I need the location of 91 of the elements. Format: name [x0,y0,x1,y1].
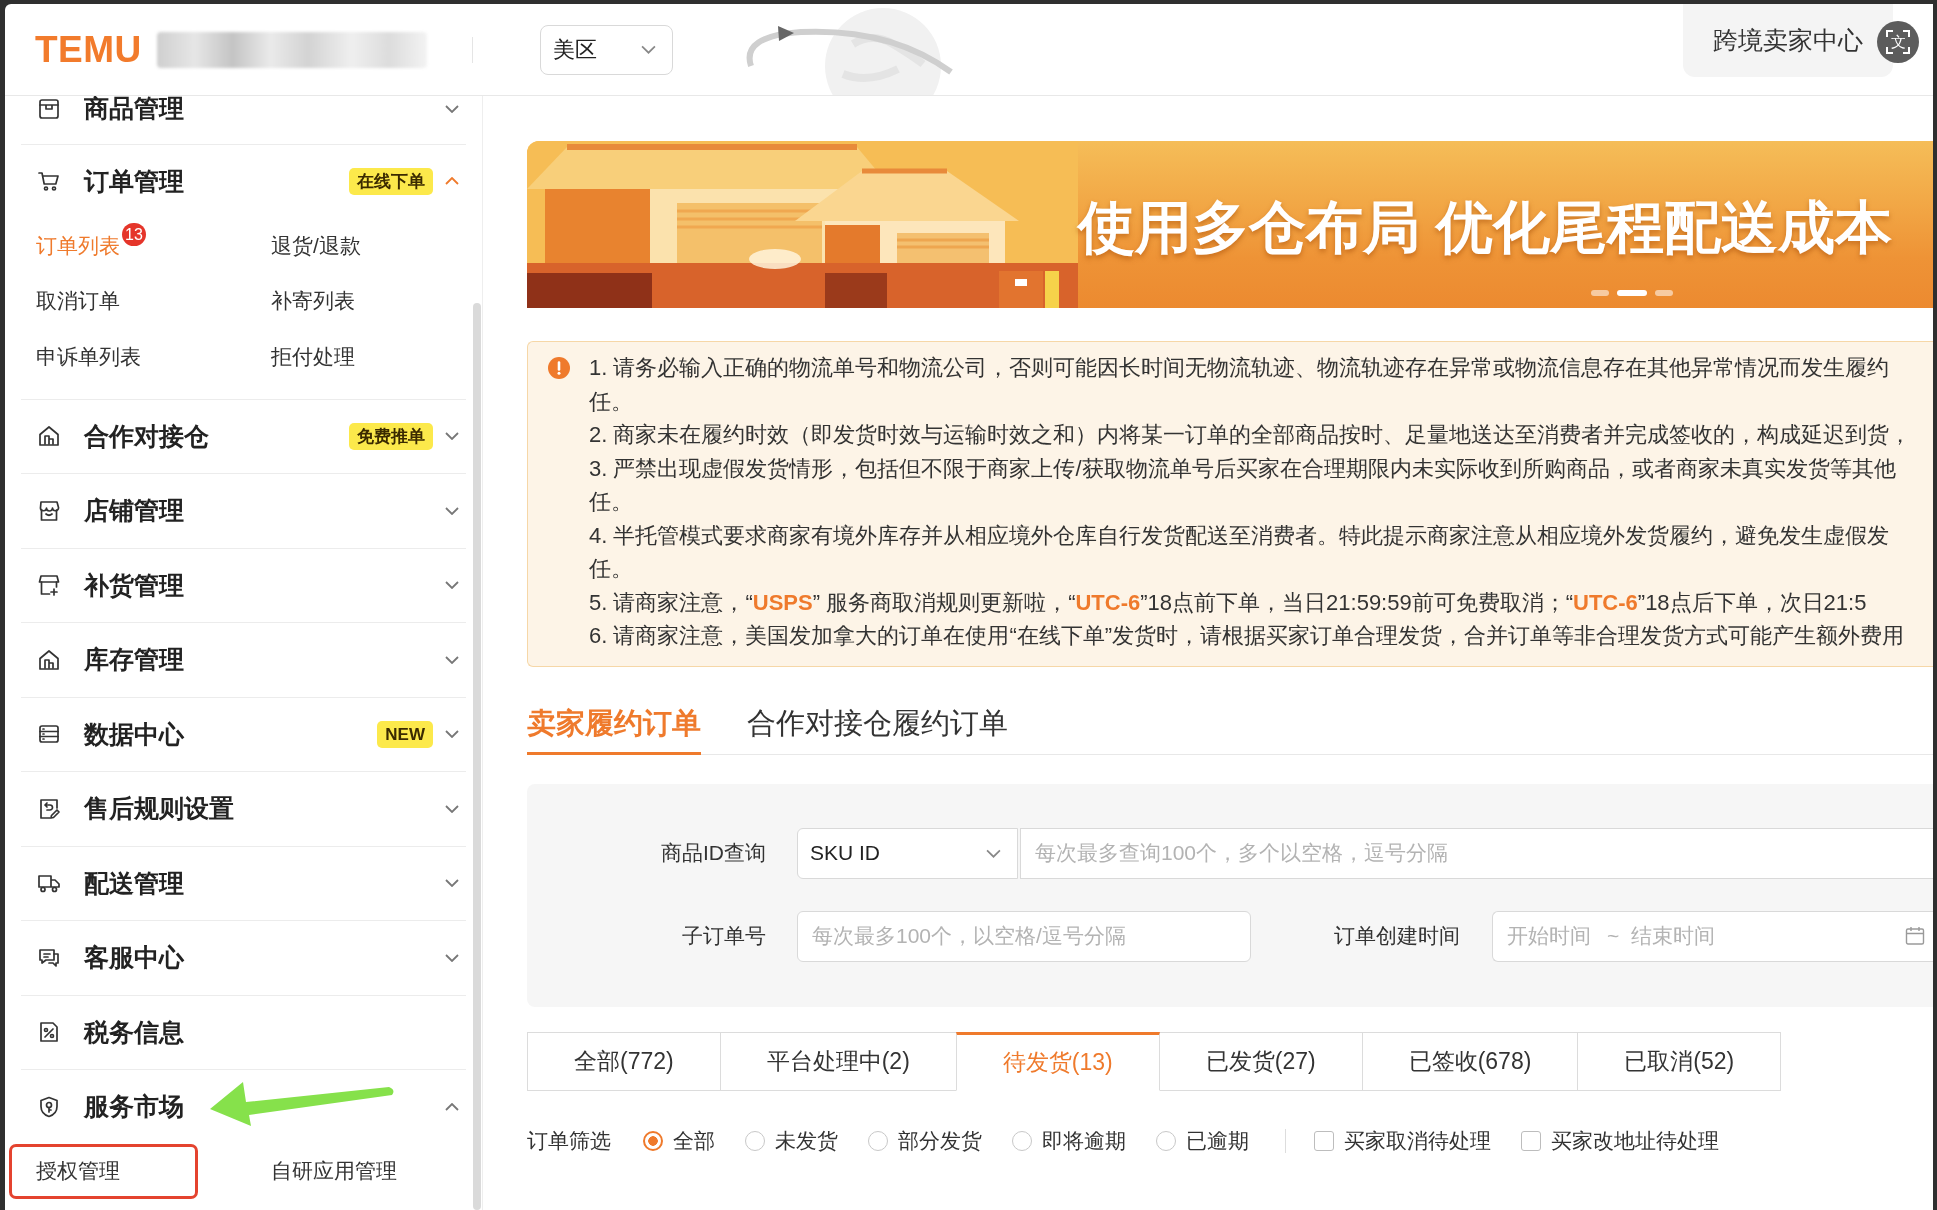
chevron-down-icon[interactable] [445,506,459,515]
field-label: 订单创建时间 [1333,923,1460,949]
radio-button[interactable] [745,1130,765,1151]
status-tab[interactable]: 全部(772) [527,1031,721,1091]
submenu-item[interactable]: 退货/退款 [244,218,433,274]
warning-icon [548,357,570,379]
notice-text: 任。 [589,555,634,583]
radio-button[interactable] [643,1130,663,1151]
submenu-item[interactable]: 补寄列表 [244,273,433,329]
status-tab[interactable]: 已发货(27) [1158,1031,1363,1091]
tag-label: 免费推单 [349,422,433,450]
tag-label: NEW [377,720,433,748]
product-id-field[interactable]: 每次最多查询100个，多个以空格，逗号分隔 [1020,827,1933,879]
warehouse-icon [37,424,61,449]
menu-item[interactable]: 店铺管理 [84,498,184,524]
chevron-down-icon[interactable] [445,879,459,888]
chevron-down-icon[interactable] [445,730,459,739]
notice-text: 2. 商家未在履约时效（即发货时效与运输时效之和）内将某一订单的全部商品按时、足量地送达至消费者并完成签收的，构成延迟到货， [589,421,1912,449]
option-label[interactable]: 未发货 [775,1126,838,1155]
checkbox[interactable] [1521,1130,1541,1151]
submenu-item[interactable]: 订单列表 13 [9,218,198,274]
status-tab[interactable]: 已取消(52) [1577,1031,1782,1091]
radio-button[interactable] [868,1130,888,1151]
range-separator: ~ [1607,924,1620,948]
shield-icon [37,1094,61,1119]
option-label[interactable]: 部分发货 [898,1126,982,1155]
chevron-up-icon[interactable] [445,177,459,186]
cart-icon [37,169,61,194]
field-label: 子订单号 [681,923,766,949]
chevron-down-icon[interactable] [445,104,459,113]
sub-order-field[interactable]: 每次最多100个，以空格/逗号分隔 [797,910,1251,962]
submenu-item[interactable]: 拒付处理 [244,329,433,385]
notice-text: 3. 严禁出现虚假发货情形，包括但不限于商家上传/获取物流单号后买家在合理期限内未实际收到所购商品，或者商家未真实发货等其他 [589,454,1897,483]
chevron-down-icon[interactable] [445,804,459,813]
store-icon [37,498,61,523]
filter-label: 订单筛选 [527,1127,611,1154]
order-tab[interactable]: 合作对接仓履约订单 [747,696,1008,755]
scrollbar-thumb[interactable] [473,303,481,1210]
option-label[interactable]: 买家取消待处理 [1344,1126,1491,1155]
translate-button[interactable]: 文 [1877,20,1919,63]
option-label[interactable]: 即将逾期 [1042,1126,1126,1155]
menu-item[interactable]: 订单管理 [84,168,184,194]
warehouse-icon [37,647,61,672]
menu-item[interactable]: 服务市场 [84,1094,184,1120]
status-tab[interactable]: 已签收(678) [1361,1031,1579,1091]
banner-headline: 使用多仓布局 优化尾程配送成本 [1078,194,1892,261]
menu-item[interactable]: 税务信息 [84,1019,184,1045]
count-badge: 13 [122,223,146,247]
menu-item[interactable]: 数据中心 [84,721,184,747]
menu-item[interactable]: 合作对接仓 [84,423,209,449]
notice-text: 6. 请商家注意，美国发加拿大的订单在使用“在线下单”发货时，请根据买家订单合理发货，合并订单等非合理发货方式可能产生额外费用 [589,622,1906,650]
submenu-item[interactable]: 取消订单 [9,273,198,329]
percent-document-icon [37,1020,61,1045]
notice-text: 任。 [589,488,634,516]
id-type-select[interactable]: SKU ID [797,827,1018,879]
menu-item[interactable]: 配送管理 [84,870,184,896]
chevron-down-icon[interactable] [445,655,459,664]
notice-text: 1. 请务必输入正确的物流单号和物流公司，否则可能因长时间无物流轨迹、物流轨迹存在异常或物流信息存在其他异常情况而发生履约 [589,354,1891,382]
chevron-down-icon[interactable] [445,432,459,441]
document-edit-icon [37,796,61,821]
option-label[interactable]: 买家改地址待处理 [1551,1126,1719,1155]
calendar-icon [1905,926,1925,946]
chevron-up-icon[interactable] [445,1102,459,1111]
start-date-input[interactable]: 开始时间 [1507,924,1599,948]
radio-button[interactable] [1156,1130,1176,1151]
notice-text: 任。 [589,387,634,416]
checkbox[interactable] [1314,1130,1334,1151]
menu-item[interactable]: 库存管理 [84,647,184,673]
submenu-item[interactable]: 申诉单列表 [9,329,198,385]
end-date-input[interactable]: 结束时间 [1631,924,1724,948]
chevron-down-icon [986,848,1001,858]
chevron-down-icon[interactable] [445,581,459,590]
menu-item[interactable]: 售后规则设置 [84,796,234,822]
store-plus-icon [37,573,61,598]
tag-label: 在线下单 [349,167,433,195]
box-icon [37,96,61,121]
menu-item[interactable]: 商品管理 [84,96,184,122]
chevron-down-icon [640,45,656,54]
submenu-item[interactable]: 授权管理 [9,1143,198,1199]
chevron-down-icon[interactable] [445,953,459,962]
option-label[interactable]: 已逾期 [1186,1126,1249,1155]
menu-item[interactable]: 补货管理 [84,572,184,598]
notice-text: 4. 半托管模式要求商家有境外库存并从相应境外仓库自行发货配送至消费者。特此提示商家注意从相应境外发货履约，避免发生虚假发 [589,521,1891,550]
field-label: 商品ID查询 [660,840,766,866]
radio-button[interactable] [1012,1130,1032,1151]
notice-text: 5. 请商家注意，“USPS” 服务商取消规则更新啦，“UTC-6”18点前下单，当日21:59:59前可免费取消；“UTC-6”18点后下单，次日21:5 [589,588,1868,617]
region-select[interactable]: 美区 [539,24,673,75]
status-tab[interactable]: 平台处理中(2) [719,1031,957,1091]
option-label[interactable]: 全部 [673,1126,715,1155]
submenu-item[interactable]: 自研应用管理 [244,1143,433,1199]
menu-item[interactable]: 客服中心 [84,945,184,971]
